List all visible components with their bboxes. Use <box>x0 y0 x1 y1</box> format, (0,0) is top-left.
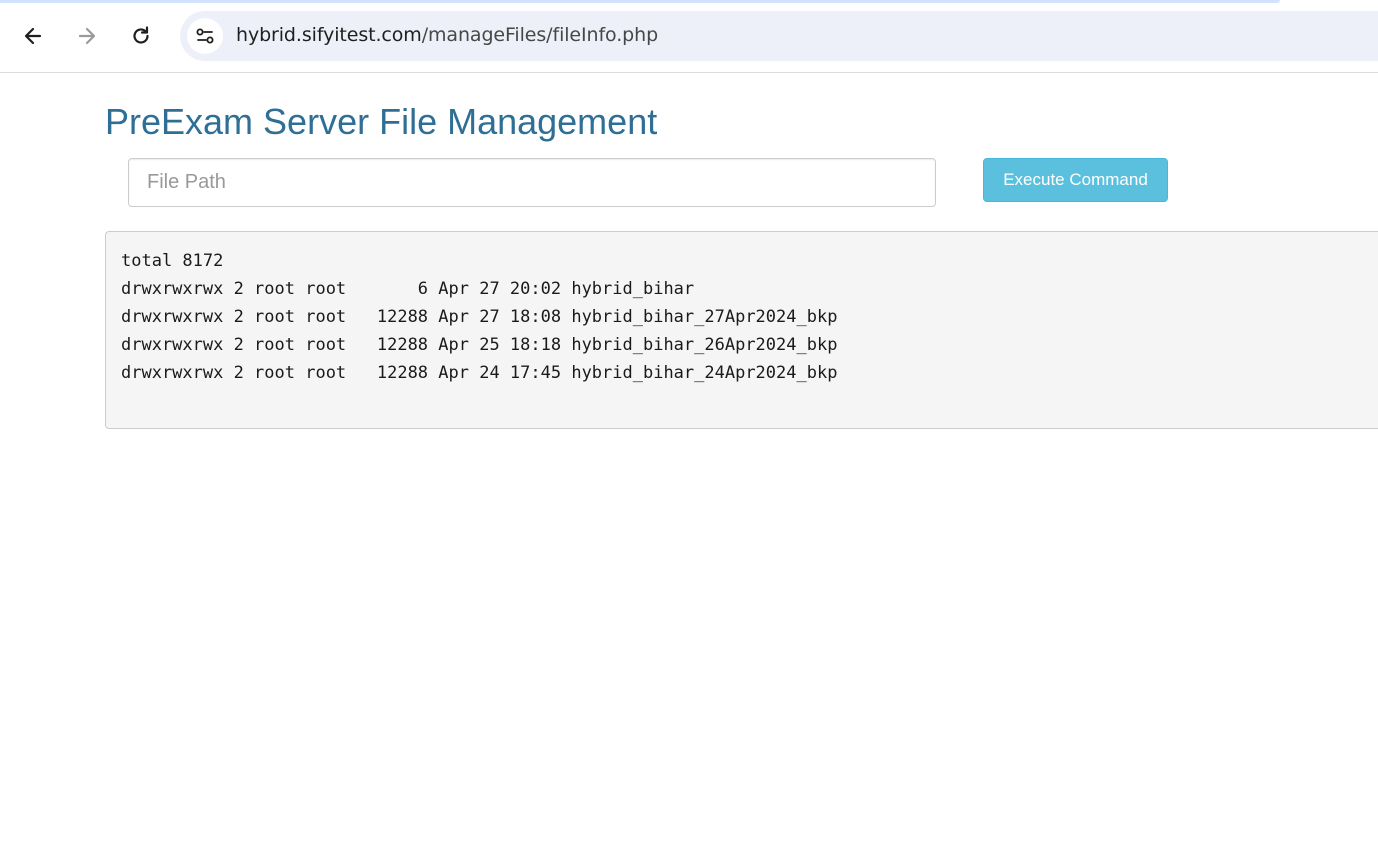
reload-button[interactable] <box>123 18 159 54</box>
address-bar[interactable]: hybrid.sifyitest.com/manageFiles/fileInf… <box>180 11 1378 61</box>
browser-toolbar: hybrid.sifyitest.com/manageFiles/fileInf… <box>0 0 1378 73</box>
output-line: drwxrwxrwx 2 root root 6 Apr 27 20:02 hy… <box>121 279 695 299</box>
output-line: drwxrwxrwx 2 root root 12288 Apr 24 17:4… <box>121 363 838 383</box>
file-path-input[interactable] <box>128 158 936 207</box>
url-host: hybrid.sifyitest.com <box>236 24 422 46</box>
execute-command-button[interactable]: Execute Command <box>983 158 1168 202</box>
site-settings-icon <box>196 28 214 44</box>
tab-strip-edge <box>0 0 1280 3</box>
output-line: drwxrwxrwx 2 root root 12288 Apr 25 18:1… <box>121 335 838 355</box>
reload-icon <box>133 26 149 44</box>
site-info-button[interactable] <box>187 18 223 54</box>
output-line: total 8172 <box>121 251 224 271</box>
back-arrow-icon <box>24 27 42 45</box>
output-line: drwxrwxrwx 2 root root 12288 Apr 27 18:0… <box>121 307 838 327</box>
page-content: PreExam Server File Management Execute C… <box>0 73 1378 849</box>
url-text[interactable]: hybrid.sifyitest.com/manageFiles/fileInf… <box>236 24 658 46</box>
back-button[interactable] <box>15 18 51 54</box>
forward-arrow-icon <box>78 27 96 45</box>
url-path: /manageFiles/fileInfo.php <box>421 24 659 46</box>
page-title: PreExam Server File Management <box>105 101 658 142</box>
command-output: total 8172 drwxrwxrwx 2 root root 6 Apr 2… <box>105 231 1378 429</box>
forward-button[interactable] <box>69 18 105 54</box>
